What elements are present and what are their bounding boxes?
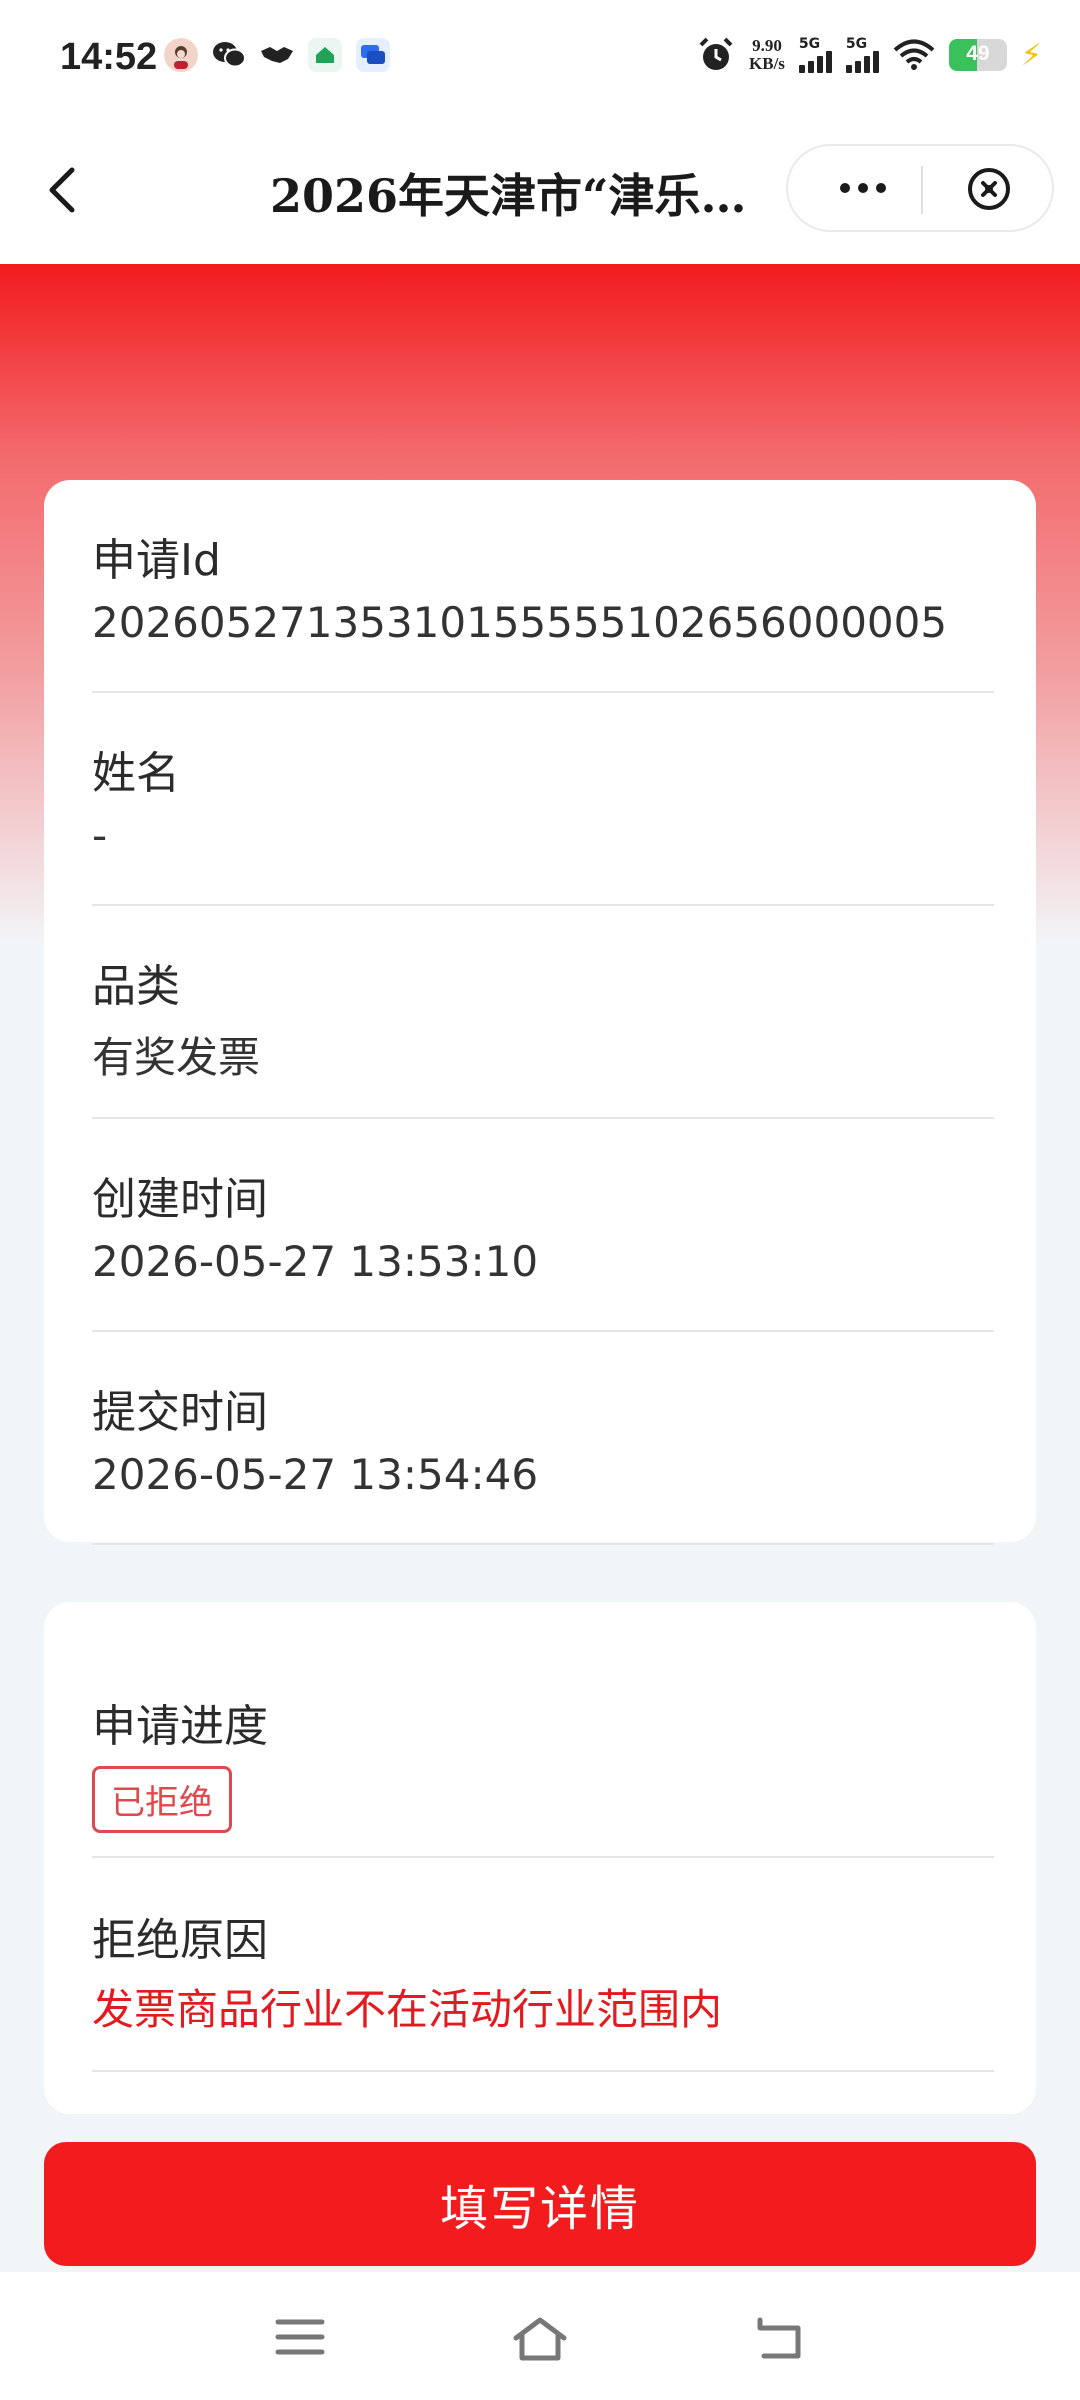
field-label: 品类 [92,961,180,1012]
signal-1-bars [798,51,832,73]
field-label: 创建时间 [92,1174,268,1225]
status-indicators: 9.90 KB/s 5G 5G 49 ⚡ [697,36,1042,74]
field-application-id: 申请Id 20260527135310155555102656000005 [92,480,994,693]
charging-icon: ⚡ [1020,37,1042,73]
speed-value: 9.90 [752,36,782,55]
application-detail-card: 申请Id 20260527135310155555102656000005 姓名… [44,480,1036,1545]
field-name: 姓名 - [92,693,994,906]
field-created-time: 创建时间 2026-05-27 13:53:10 [92,1119,994,1332]
menu-icon[interactable] [274,2314,326,2360]
capsule-divider [921,166,923,214]
field-value: 2026-05-27 13:54:46 [92,1450,539,1499]
field-value: 20260527135310155555102656000005 [92,598,948,647]
miniprogram-capsule [786,144,1054,232]
battery-icon: 49 [948,39,1007,71]
status-badge: 已拒绝 [92,1766,232,1833]
signal-2-label: 5G [845,36,868,52]
field-category: 品类 有奖发票 [92,906,994,1119]
network-speed: 9.90 KB/s [749,37,785,73]
field-label: 姓名 [92,748,180,799]
signal-2: 5G [845,36,879,73]
field-value: 有奖发票 [92,1033,261,1082]
fill-details-button[interactable]: 填写详情 [44,2142,1036,2266]
speed-unit: KB/s [749,54,785,73]
field-value: 2026-05-27 13:53:10 [92,1237,539,1286]
close-circle-icon[interactable] [964,164,1014,214]
back-icon[interactable] [38,162,88,218]
progress-label: 申请进度 [92,1701,268,1752]
field-submitted-time: 提交时间 2026-05-27 13:54:46 [92,1332,994,1545]
page-title: 2026年天津市“津乐… [270,169,747,223]
field-value: - [92,811,108,860]
alarm-icon [699,37,733,70]
field-label: 提交时间 [92,1387,268,1438]
chat-app-icon [356,38,390,72]
status-bar: 14:52 9.90 KB/s 5G 5G 49 ⚡ [0,0,1080,118]
more-icon[interactable] [828,166,898,210]
avatar-app-icon [164,38,198,72]
wifi-icon [893,39,935,70]
progress-card: 申请进度 已拒绝 拒绝原因 发票商品行业不在活动行业范围内 [44,1602,1036,2114]
reject-reason-text: 发票商品行业不在活动行业范围内 [92,1985,723,2034]
status-time: 14:52 [60,36,158,78]
handshake-icon [260,38,294,72]
back-nav-icon[interactable] [754,2314,808,2362]
signal-1-label: 5G [798,36,821,52]
wechat-icon [212,38,246,72]
home-icon[interactable] [510,2314,570,2364]
notification-icons [164,38,390,72]
signal-2-bars [845,51,879,73]
field-label: 申请Id [92,535,221,586]
reject-reason-label: 拒绝原因 [92,1915,268,1966]
system-nav-bar [0,2272,1080,2400]
home-app-icon [308,38,342,72]
field-reject-reason: 拒绝原因 发票商品行业不在活动行业范围内 [92,1858,994,2072]
nav-bar: 2026年天津市“津乐… [0,118,1080,264]
signal-1: 5G [798,36,832,73]
battery-level: 49 [966,42,990,65]
field-progress: 申请进度 已拒绝 [92,1602,994,1858]
